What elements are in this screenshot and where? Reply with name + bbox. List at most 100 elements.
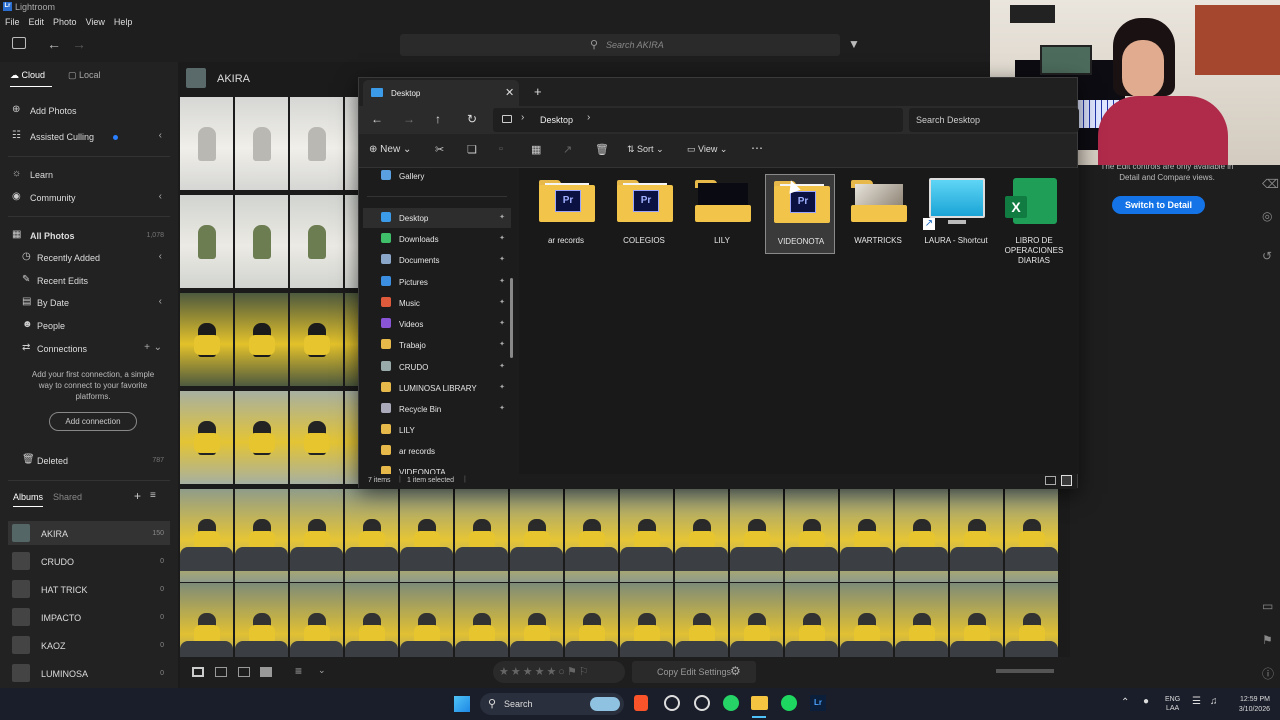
nav-item[interactable]: Pictures ✦ bbox=[363, 272, 511, 292]
breadcrumb[interactable]: Desktop bbox=[540, 115, 573, 125]
photo-thumbnail[interactable] bbox=[235, 293, 288, 386]
brave-browser-icon[interactable] bbox=[634, 695, 648, 711]
lightroom-taskbar-icon[interactable]: Lr bbox=[810, 695, 826, 711]
delete-icon[interactable]: 🗑 bbox=[595, 143, 609, 156]
photo-thumbnail[interactable] bbox=[290, 97, 343, 190]
photo-thumbnail[interactable] bbox=[180, 293, 233, 386]
photo-thumbnail[interactable] bbox=[345, 489, 398, 582]
nav-item[interactable]: Recycle Bin ✦ bbox=[363, 399, 511, 419]
filter-icon[interactable]: ▼ bbox=[848, 37, 860, 51]
recently-added-item[interactable]: ◷ Recently Added ‹ bbox=[0, 249, 178, 267]
sort-button[interactable]: ⇅ Sort ⌄ bbox=[627, 144, 664, 155]
back-arrow-icon[interactable]: ← bbox=[47, 36, 61, 52]
photo-thumbnail[interactable] bbox=[1005, 583, 1058, 657]
chevron-up-icon[interactable]: ⌃ bbox=[1121, 697, 1129, 708]
recent-edits-item[interactable]: ✎ Recent Edits bbox=[0, 272, 178, 290]
details-view-icon[interactable] bbox=[1045, 476, 1056, 485]
tab-cloud[interactable]: ☁ Cloud bbox=[10, 70, 45, 81]
photo-thumbnail[interactable] bbox=[455, 489, 508, 582]
connections-item[interactable]: ⇄ Connections + ⌄ bbox=[0, 340, 178, 358]
photo-thumbnail[interactable] bbox=[290, 195, 343, 288]
explorer-tab[interactable]: Desktop ✕ bbox=[363, 80, 519, 106]
pin-icon[interactable]: ✦ bbox=[499, 298, 505, 306]
nav-item[interactable]: LUMINOSA LIBRARY ✦ bbox=[363, 378, 511, 398]
photo-thumbnail[interactable] bbox=[620, 489, 673, 582]
nav-item[interactable]: Desktop ✦ bbox=[363, 208, 511, 228]
volume-icon[interactable]: ♫ bbox=[1210, 696, 1218, 707]
plus-icon[interactable]: + bbox=[144, 342, 150, 353]
language-indicator[interactable]: ENG LAA bbox=[1165, 695, 1180, 713]
tab-albums[interactable]: Albums bbox=[13, 492, 43, 502]
photo-thumbnail[interactable] bbox=[950, 489, 1003, 582]
menu-photo[interactable]: Photo bbox=[48, 14, 81, 27]
photo-thumbnail[interactable] bbox=[290, 583, 343, 657]
pin-icon[interactable]: ✦ bbox=[499, 404, 505, 412]
menu-file[interactable]: File bbox=[0, 14, 24, 27]
file-item[interactable]: ↗ LAURA - Shortcut bbox=[921, 174, 991, 254]
close-tab-icon[interactable]: ✕ bbox=[505, 86, 514, 99]
by-date-item[interactable]: ▤ By Date ‹ bbox=[0, 294, 178, 312]
photo-thumbnail[interactable] bbox=[620, 583, 673, 657]
photo-thumbnail[interactable] bbox=[510, 489, 563, 582]
photo-grid-icon[interactable] bbox=[215, 667, 227, 677]
photo-thumbnail[interactable] bbox=[400, 583, 453, 657]
comment-icon[interactable]: ▭ bbox=[1262, 599, 1273, 613]
refresh-icon[interactable]: ↻ bbox=[467, 112, 477, 126]
pin-icon[interactable]: ✦ bbox=[499, 319, 505, 327]
file-item[interactable]: Pr VIDEONOTA bbox=[765, 174, 835, 254]
photo-thumbnail[interactable] bbox=[235, 489, 288, 582]
clock[interactable]: 12:59 PM 3/10/2026 bbox=[1230, 695, 1270, 715]
address-bar[interactable]: › Desktop › bbox=[493, 108, 903, 132]
file-item[interactable]: WARTRICKS bbox=[843, 174, 913, 254]
square-grid-icon[interactable] bbox=[192, 667, 204, 677]
nav-item[interactable]: Gallery bbox=[363, 168, 511, 186]
chevron-left-icon[interactable]: ‹ bbox=[159, 130, 162, 141]
chatgpt-icon[interactable] bbox=[664, 695, 680, 711]
forward-arrow-icon[interactable]: → bbox=[403, 112, 415, 126]
nav-item[interactable]: LILY bbox=[363, 420, 511, 440]
photo-thumbnail[interactable] bbox=[180, 391, 233, 484]
spotify-icon[interactable] bbox=[781, 695, 797, 711]
photo-thumbnail[interactable] bbox=[785, 583, 838, 657]
thumbnail-size-slider[interactable] bbox=[996, 669, 1054, 673]
album-item[interactable]: KAOZ 0 bbox=[8, 633, 170, 657]
photo-thumbnail[interactable] bbox=[290, 391, 343, 484]
photo-thumbnail[interactable] bbox=[290, 293, 343, 386]
sort-icon[interactable]: ≡ bbox=[295, 664, 302, 678]
file-item[interactable]: Pr ar records bbox=[531, 174, 601, 254]
pin-icon[interactable]: ✦ bbox=[499, 362, 505, 370]
pin-icon[interactable]: ✦ bbox=[499, 340, 505, 348]
file-item[interactable]: X LIBRO DE OPERACIONES DIARIAS bbox=[999, 174, 1069, 265]
back-arrow-icon[interactable]: ← bbox=[371, 112, 383, 126]
chevron-left-icon[interactable]: ‹ bbox=[159, 191, 162, 202]
new-button[interactable]: ⊕ New ⌄ bbox=[369, 144, 411, 155]
new-tab-icon[interactable]: + bbox=[534, 84, 542, 99]
gear-icon[interactable]: ⚙ bbox=[730, 664, 741, 678]
file-item[interactable]: LILY bbox=[687, 174, 757, 254]
pin-icon[interactable]: ✦ bbox=[499, 213, 505, 221]
all-photos-item[interactable]: ▦ All Photos 1,078 bbox=[0, 227, 178, 245]
taskbar-search[interactable]: ⚲ Search bbox=[480, 693, 624, 715]
eraser-icon[interactable]: ⌫ bbox=[1262, 177, 1279, 191]
up-arrow-icon[interactable]: ↑ bbox=[435, 112, 441, 126]
file-item[interactable]: Pr COLEGIOS bbox=[609, 174, 679, 254]
photo-thumbnail[interactable] bbox=[455, 583, 508, 657]
photo-thumbnail[interactable] bbox=[235, 195, 288, 288]
tab-shared[interactable]: Shared bbox=[53, 492, 82, 502]
menu-help[interactable]: Help bbox=[109, 14, 137, 27]
info-icon[interactable]: ⓘ bbox=[1262, 665, 1274, 682]
chevron-down-icon[interactable]: ⌄ bbox=[154, 342, 162, 353]
nav-item[interactable]: VIDEONOTA bbox=[363, 462, 511, 474]
copy-icon[interactable]: ❏ bbox=[467, 143, 477, 156]
photo-thumbnail[interactable] bbox=[235, 391, 288, 484]
menu-view[interactable]: View bbox=[81, 14, 109, 27]
album-item[interactable]: CRUDO 0 bbox=[8, 549, 170, 573]
community-item[interactable]: ◉ Community ‹ bbox=[0, 189, 178, 207]
menu-edit[interactable]: Edit bbox=[24, 14, 49, 27]
album-item[interactable]: AKIRA 150 bbox=[8, 521, 170, 545]
pin-icon[interactable]: ✦ bbox=[499, 383, 505, 391]
assisted-culling-item[interactable]: ☷ Assisted Culling ‹ bbox=[0, 128, 178, 146]
chevron-down-icon[interactable]: ⌄ bbox=[318, 665, 326, 676]
photo-thumbnail[interactable] bbox=[180, 97, 233, 190]
nav-item[interactable]: ar records bbox=[363, 441, 511, 461]
